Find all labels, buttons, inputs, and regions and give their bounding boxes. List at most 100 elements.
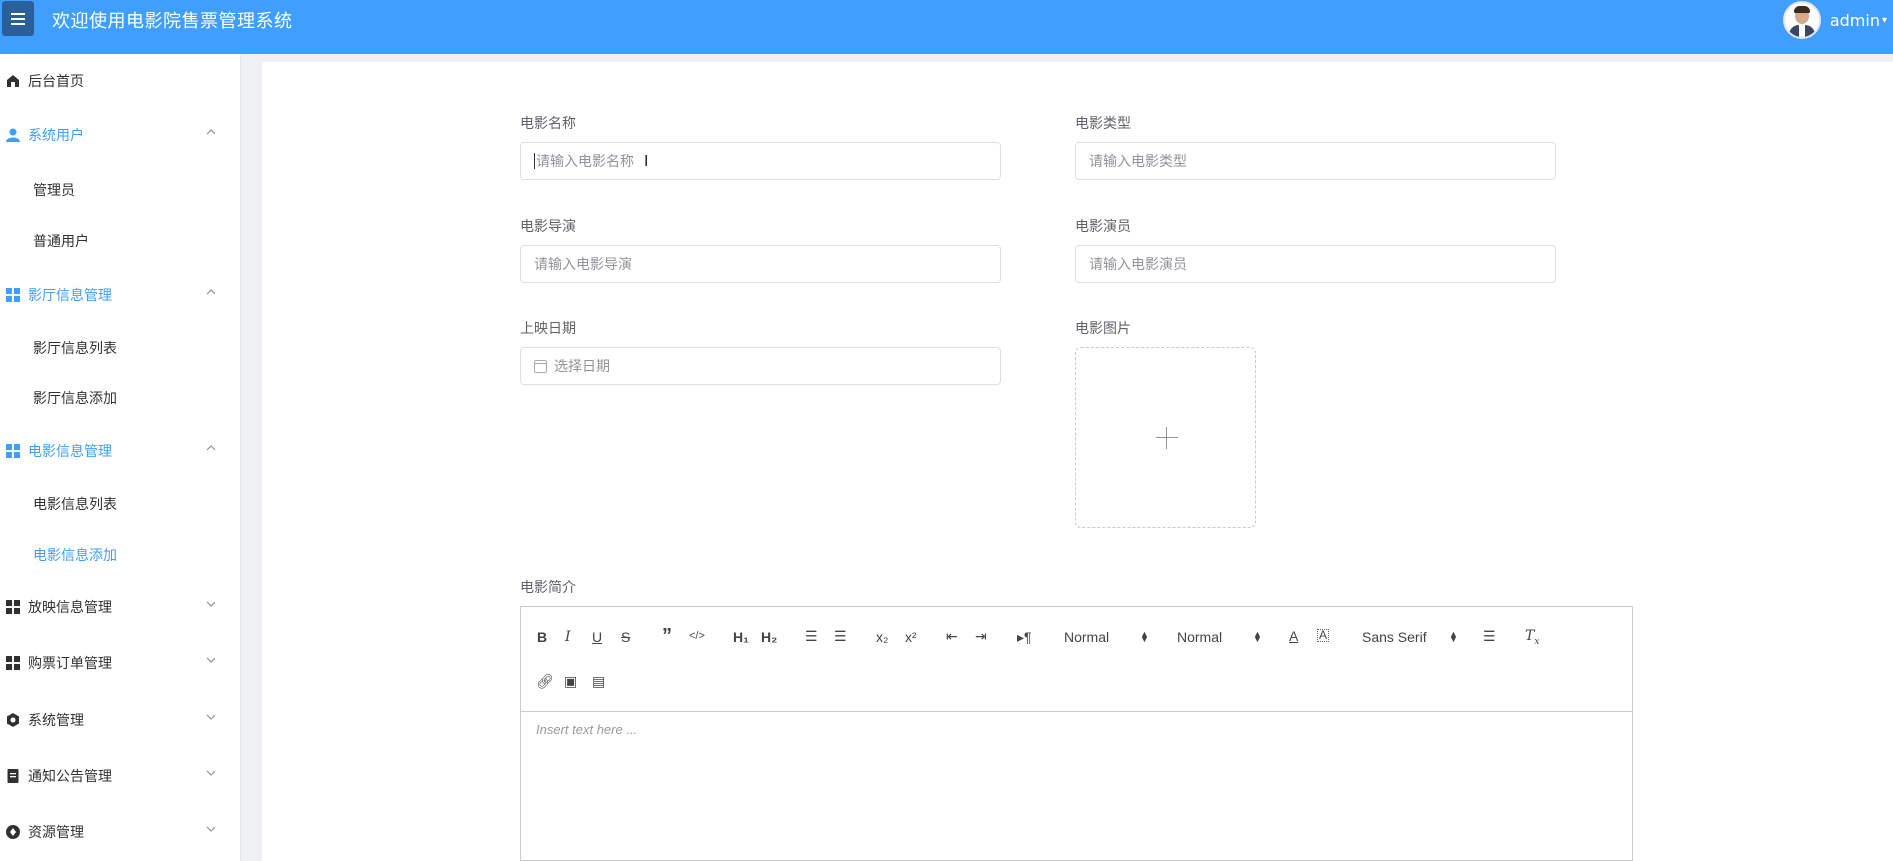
outdent-icon[interactable]: ⇤	[946, 628, 958, 645]
image-icon[interactable]: ▣	[564, 673, 577, 690]
picker-arrows-icon: ▲ ▼	[1140, 629, 1149, 644]
sidebar-item-label: 放映信息管理	[28, 600, 112, 616]
text-cursor	[534, 153, 535, 169]
sidebar-item-label: 影厅信息添加	[33, 391, 117, 407]
sidebar-item-movie-list[interactable]: 电影信息列表	[0, 484, 240, 524]
grid-icon	[6, 288, 20, 302]
release-date-placeholder: 选择日期	[554, 359, 610, 375]
header-picker[interactable]: Normal ▲ ▼	[1064, 629, 1154, 645]
movie-director-input[interactable]: 请输入电影导演	[520, 245, 1001, 283]
bullet-list-icon[interactable]: ☰	[834, 628, 847, 645]
sidebar-item-label: 管理员	[33, 183, 75, 199]
movie-type-placeholder: 请输入电影类型	[1089, 154, 1187, 170]
editor-toolbar: B I U S ” </> H₁ H₂ ☰ ☰ x₂ x² ⇤ ⇥ ▸¶ Nor…	[521, 607, 1632, 712]
italic-icon[interactable]: I	[565, 629, 571, 645]
sidebar-item-label: 电影信息列表	[33, 497, 117, 513]
grid-icon	[6, 444, 20, 458]
chevron-down-icon	[206, 601, 216, 607]
sidebar-item-hall-list[interactable]: 影厅信息列表	[0, 328, 240, 368]
clear-format-icon[interactable]: Tx	[1525, 628, 1539, 647]
chevron-down-icon	[206, 826, 216, 832]
sidebar-item-label: 普通用户	[33, 234, 89, 250]
subscript-icon[interactable]: x₂	[876, 629, 888, 645]
underline-icon[interactable]: U	[592, 629, 602, 645]
movie-name-placeholder: 请输入电影名称	[536, 154, 634, 170]
avatar[interactable]	[1782, 1, 1821, 39]
video-icon[interactable]: ▤	[592, 673, 605, 690]
sidebar-item-movie-add[interactable]: 电影信息添加	[0, 535, 240, 575]
chevron-up-icon	[206, 445, 216, 451]
movie-name-label: 电影名称	[520, 116, 576, 132]
chevron-down-icon	[206, 770, 216, 776]
grid-icon	[6, 600, 20, 614]
sidebar-item-hall-management[interactable]: 影厅信息管理	[0, 275, 240, 315]
calendar-icon	[534, 359, 547, 373]
editor-placeholder: Insert text here ...	[536, 722, 638, 737]
sidebar-item-resource-management[interactable]: 资源管理	[0, 812, 240, 852]
sidebar-item-label: 后台首页	[28, 74, 84, 90]
header-2-icon[interactable]: H₂	[761, 629, 777, 645]
link-icon[interactable]: 🔗︎	[536, 673, 554, 690]
sidebar-item-label: 影厅信息管理	[28, 288, 112, 304]
chevron-down-icon	[206, 714, 216, 720]
sidebar-item-screening-management[interactable]: 放映信息管理	[0, 587, 240, 627]
movie-type-input[interactable]: 请输入电影类型	[1075, 142, 1556, 180]
chevron-up-icon	[206, 129, 216, 135]
menu-toggle-button[interactable]	[2, 1, 34, 36]
sidebar-item-notice-management[interactable]: 通知公告管理	[0, 756, 240, 796]
sidebar-item-order-management[interactable]: 购票订单管理	[0, 643, 240, 683]
sidebar-item-normal-users[interactable]: 普通用户	[0, 221, 240, 261]
document-icon	[7, 769, 19, 783]
strike-icon[interactable]: S	[621, 629, 630, 645]
release-date-label: 上映日期	[520, 321, 576, 337]
sidebar-item-admins[interactable]: 管理员	[0, 170, 240, 210]
plus-icon	[1156, 437, 1178, 438]
sidebar-item-label: 电影信息管理	[28, 444, 112, 460]
chevron-down-icon[interactable]: ▾	[1882, 15, 1887, 26]
text-direction-icon[interactable]: ▸¶	[1017, 629, 1032, 646]
sidebar-item-home[interactable]: 后台首页	[0, 61, 240, 101]
movie-director-label: 电影导演	[520, 219, 576, 235]
user-icon	[6, 128, 20, 142]
user-name[interactable]: admin	[1830, 11, 1880, 30]
bold-icon[interactable]: B	[537, 629, 547, 645]
align-icon[interactable]: ☰	[1483, 628, 1496, 645]
font-color-icon[interactable]: A	[1289, 628, 1298, 644]
sidebar-item-movie-management[interactable]: 电影信息管理	[0, 431, 240, 471]
sidebar-item-hall-add[interactable]: 影厅信息添加	[0, 378, 240, 418]
user-menu[interactable]: admin ▾	[1782, 0, 1893, 40]
sidebar-item-system-users[interactable]: 系统用户	[0, 115, 240, 155]
ibeam-cursor-icon: I	[644, 152, 649, 170]
indent-icon[interactable]: ⇥	[975, 628, 987, 645]
sidebar-item-label: 系统用户	[28, 128, 84, 144]
image-upload[interactable]	[1075, 347, 1256, 528]
sidebar-item-system-management[interactable]: 系统管理	[0, 700, 240, 740]
blockquote-icon[interactable]: ”	[662, 625, 672, 648]
sidebar-item-label: 电影信息添加	[33, 548, 117, 564]
movie-director-placeholder: 请输入电影导演	[534, 257, 632, 273]
header-1-icon[interactable]: H₁	[733, 629, 749, 645]
movie-type-label: 电影类型	[1075, 116, 1131, 132]
sidebar-item-label: 系统管理	[28, 713, 84, 729]
code-block-icon[interactable]: </>	[689, 630, 705, 642]
header-picker-value: Normal	[1064, 629, 1110, 645]
font-picker[interactable]: Sans Serif ▲ ▼	[1362, 629, 1458, 645]
movie-name-input[interactable]: 请输入电影名称 I	[520, 142, 1001, 180]
sidebar-item-label: 资源管理	[28, 825, 84, 841]
picker-arrows-icon: ▲ ▼	[1449, 629, 1458, 644]
movie-actors-placeholder: 请输入电影演员	[1089, 257, 1187, 273]
home-icon	[7, 75, 19, 87]
release-date-picker[interactable]: 选择日期	[520, 347, 1001, 385]
sidebar-item-label: 通知公告管理	[28, 769, 112, 785]
sidebar-item-label: 影厅信息列表	[33, 341, 117, 357]
background-color-icon[interactable]: A	[1317, 629, 1330, 642]
movie-actors-input[interactable]: 请输入电影演员	[1075, 245, 1556, 283]
hamburger-icon	[11, 12, 25, 25]
rich-text-editor[interactable]: B I U S ” </> H₁ H₂ ☰ ☰ x₂ x² ⇤ ⇥ ▸¶ Nor…	[520, 606, 1633, 861]
ordered-list-icon[interactable]: ☰	[805, 628, 818, 645]
size-picker[interactable]: Normal ▲ ▼	[1177, 629, 1267, 645]
sidebar-item-label: 购票订单管理	[28, 656, 112, 672]
resource-icon	[6, 825, 20, 839]
superscript-icon[interactable]: x²	[905, 629, 917, 645]
grid-icon	[6, 656, 20, 670]
